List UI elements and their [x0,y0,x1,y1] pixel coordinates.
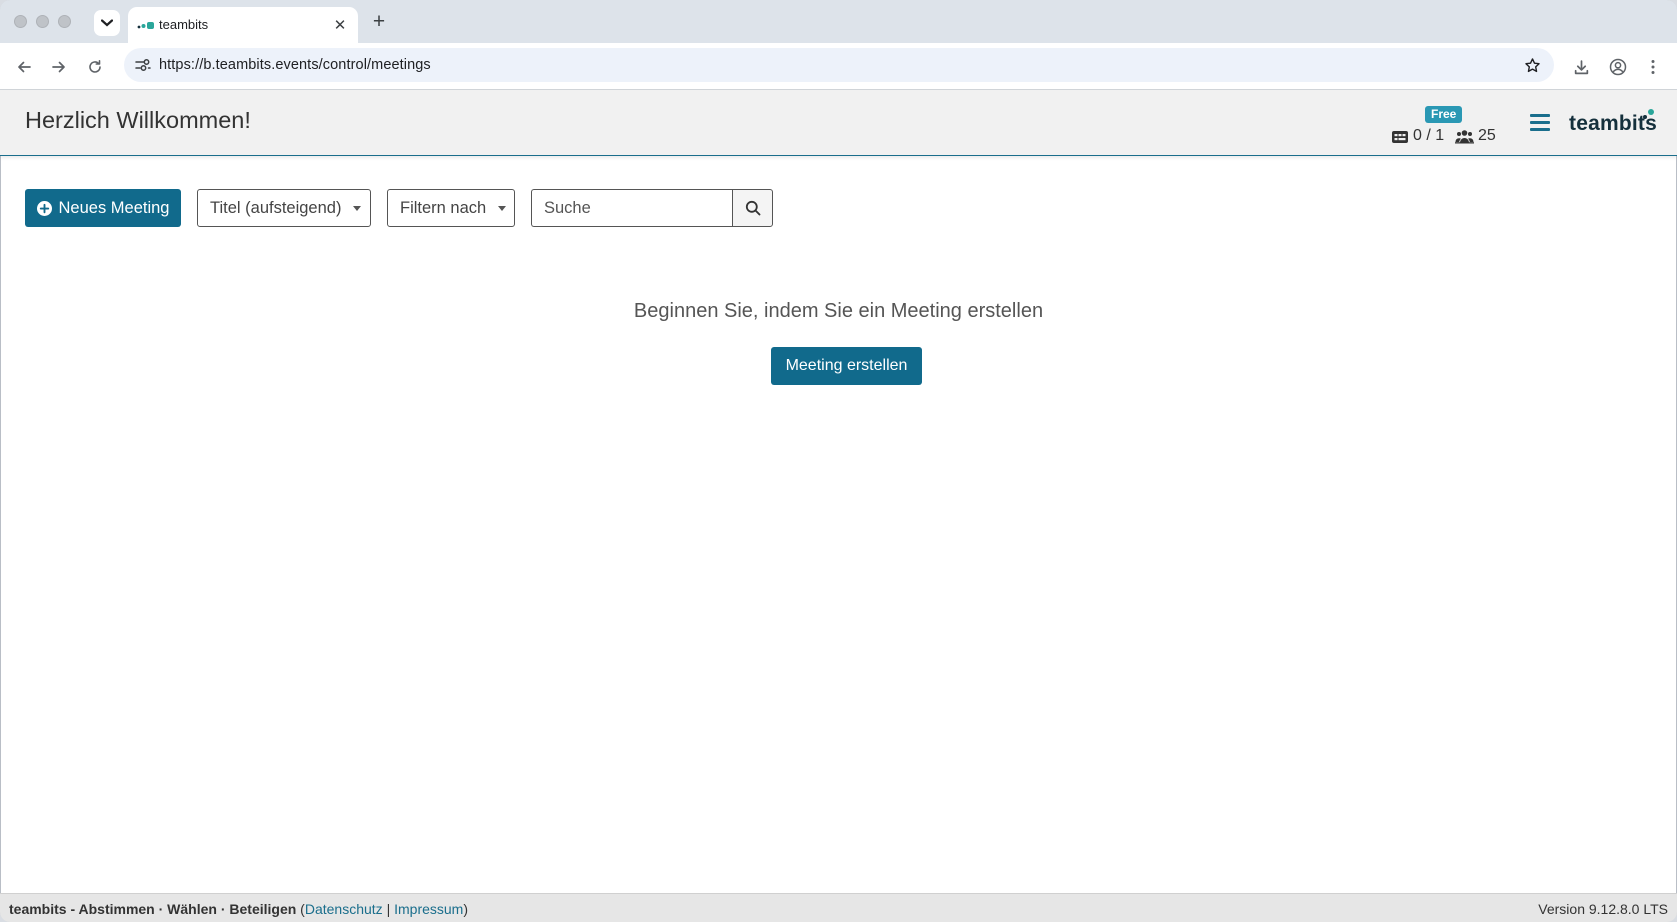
users-icon [1455,129,1474,143]
tab-title: teambits [159,17,209,32]
site-settings-icon[interactable] [132,55,154,75]
imprint-link[interactable]: Impressum [394,901,463,917]
forward-button[interactable] [48,56,70,78]
sort-dropdown[interactable]: Titel (aufsteigend) [197,189,371,227]
caret-down-icon [353,205,362,211]
reload-icon [89,60,101,73]
menu-hamburger-icon[interactable] [1530,114,1550,132]
ballot-box-icon [1392,130,1408,143]
page-title: Herzlich Willkommen! [25,107,251,133]
participant-quota: 25 [1455,127,1496,145]
downloads-button[interactable] [1570,56,1592,78]
tab-search-button[interactable] [94,10,120,36]
new-meeting-label: Neues Meeting [58,198,170,217]
arrow-right-icon [52,61,65,73]
more-vertical-icon [1651,60,1655,74]
reload-button[interactable] [84,56,106,78]
window-zoom-control[interactable] [58,15,71,28]
bookmark-star-icon[interactable] [1522,55,1542,75]
window-minimize-control[interactable] [36,15,49,28]
browser-menu-button[interactable] [1642,56,1664,78]
footer-paren-close: ) [463,901,469,917]
caret-down-icon [498,205,507,211]
participant-quota-value: 25 [1478,127,1496,144]
meeting-quota-value: 0 / 1 [1413,127,1445,144]
plus-circle-icon [36,200,52,216]
version-text: Version 9.12.8.0 LTS [1538,901,1668,917]
search-icon [745,200,760,216]
footer-left: teambits - Abstimmen · Wählen · Beteilig… [9,901,468,917]
footer-brand: teambits - Abstimmen · Wählen · Beteilig… [9,901,297,917]
tab-strip: teambits ✕ + [0,0,1677,43]
empty-state-message: Beginnen Sie, indem Sie ein Meeting erst… [633,300,1044,322]
page-footer: teambits - Abstimmen · Wählen · Beteilig… [0,893,1677,922]
browser-window: teambits ✕ + https://b.teambits.events/c… [0,0,1677,922]
search-input[interactable] [531,189,733,227]
new-meeting-button[interactable]: Neues Meeting [25,189,181,227]
search-button[interactable] [732,189,773,227]
chevron-down-icon [101,19,113,27]
window-close-control[interactable] [14,15,27,28]
meeting-quota: 0 / 1 [1391,127,1444,145]
url-text[interactable]: https://b.teambits.events/control/meetin… [159,57,431,73]
arrow-left-icon [18,61,31,73]
sort-dropdown-label: Titel (aufsteigend) [210,198,342,217]
address-bar[interactable]: https://b.teambits.events/control/meetin… [124,48,1554,82]
plan-badge: Free [1425,106,1463,123]
app-header: Herzlich Willkommen! Free 0 / 1 25 teamb… [0,90,1677,156]
profile-button[interactable] [1607,56,1629,78]
privacy-link[interactable]: Datenschutz [305,901,383,917]
tab-close-icon[interactable]: ✕ [330,15,350,35]
new-tab-button[interactable]: + [368,10,390,33]
browser-toolbar: https://b.teambits.events/control/meetin… [0,43,1677,90]
teambits-favicon-icon [137,22,154,29]
create-meeting-button[interactable]: Meeting erstellen [771,347,922,385]
footer-separator: | [382,901,395,917]
profile-icon [1609,58,1627,76]
filter-dropdown[interactable]: Filtern nach [387,189,515,227]
search-group [531,189,773,227]
download-icon [1574,59,1588,74]
back-button[interactable] [13,56,35,78]
filter-dropdown-label: Filtern nach [400,198,487,217]
footer-paren-open: ( [296,901,305,917]
browser-tab-active[interactable]: teambits ✕ [128,7,358,43]
